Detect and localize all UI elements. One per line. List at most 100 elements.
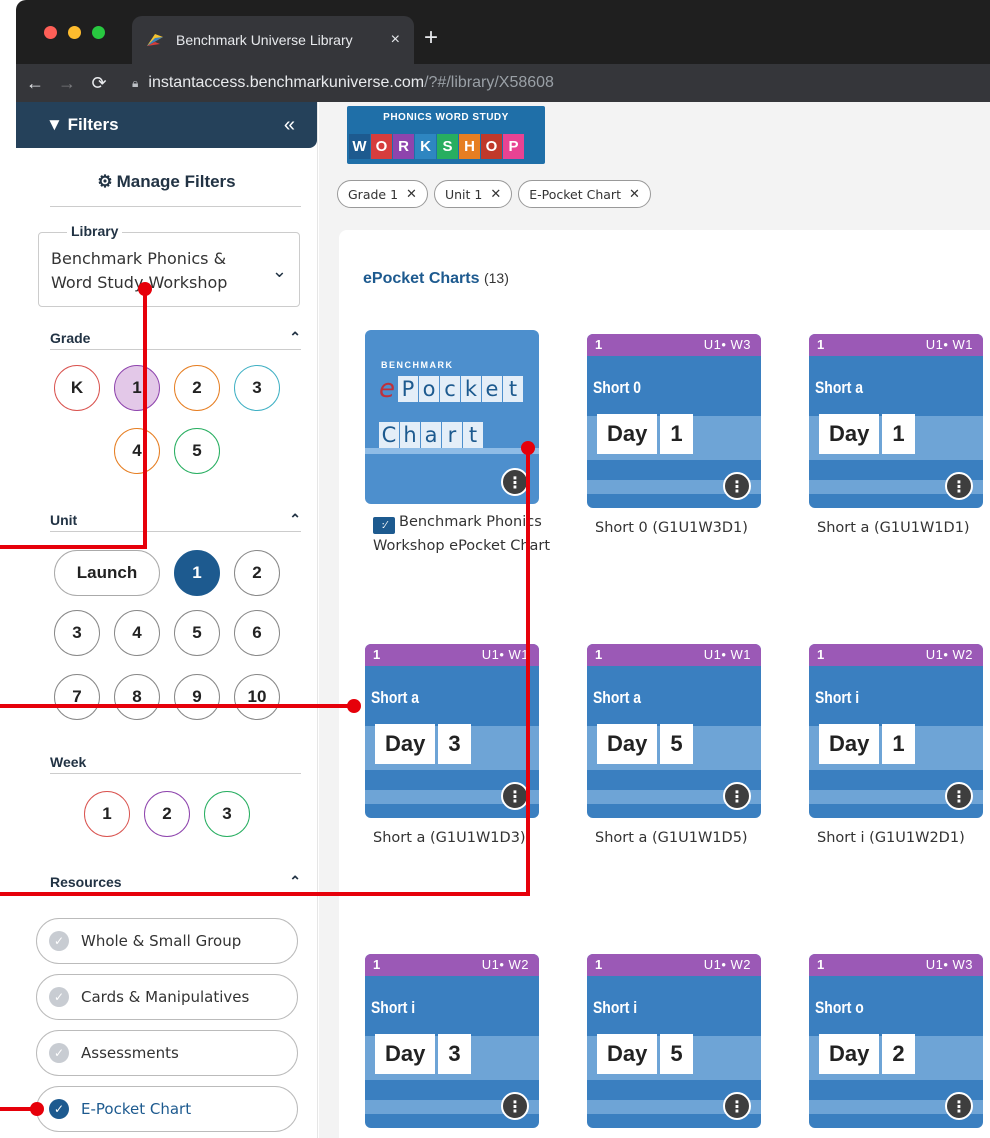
day-number: 3: [438, 724, 471, 764]
grade-section-header[interactable]: Grade ⌃: [50, 326, 301, 350]
lock-icon: 🔒︎: [132, 75, 139, 90]
grade-option-4[interactable]: 4: [114, 428, 160, 474]
annotation-dot-library: [138, 282, 152, 296]
grade-option-2[interactable]: 2: [174, 365, 220, 411]
library-main: PHONICS WORD STUDY W O R K S H O P Grade…: [319, 102, 990, 1138]
card-caption[interactable]: Short a (G1U1W1D1): [817, 516, 990, 540]
more-options-icon[interactable]: ⋮: [501, 1092, 529, 1120]
resource-e-pocket-chart[interactable]: ✓ E-Pocket Chart: [36, 1086, 298, 1132]
more-options-icon[interactable]: ⋮: [723, 782, 751, 810]
library-select[interactable]: Library Benchmark Phonics & Word Study W…: [38, 223, 300, 307]
unit-option-6[interactable]: 6: [234, 610, 280, 656]
manage-filters-button[interactable]: ⚙ Manage Filters: [16, 172, 317, 192]
back-arrow-icon[interactable]: ←: [22, 73, 48, 94]
resource-cards-manipulatives[interactable]: ✓ Cards & Manipulatives: [36, 974, 298, 1020]
divider: [50, 206, 301, 207]
resource-label: Whole & Small Group: [81, 932, 242, 950]
minimize-window-button[interactable]: [68, 26, 81, 39]
more-options-icon[interactable]: ⋮: [501, 468, 529, 496]
card-unit-week: U1• W1: [481, 647, 529, 662]
card-day: Day 5: [597, 1034, 693, 1074]
card-day: Day 5: [597, 724, 693, 764]
filters-title: Filters: [67, 115, 119, 134]
grade-option-k[interactable]: K: [54, 365, 100, 411]
epocket-chart-cover-card[interactable]: BENCHMARK e P o c k e t C h a r t ⋮: [365, 330, 539, 504]
tab-close-icon[interactable]: ×: [391, 31, 400, 49]
unit-option-8[interactable]: 8: [114, 674, 160, 720]
logo-letter: P: [503, 134, 524, 159]
unit-option-4[interactable]: 4: [114, 610, 160, 656]
card-caption[interactable]: Short i (G1U1W2D1): [817, 826, 990, 850]
week-option-2[interactable]: 2: [144, 791, 190, 837]
week-option-3[interactable]: 3: [204, 791, 250, 837]
section-title: ePocket Charts (13): [363, 270, 509, 288]
epocket-chart-card[interactable]: 1 U1• W3 Short o Day 2 ⋮: [809, 954, 983, 1128]
resource-whole-small-group[interactable]: ✓ Whole & Small Group: [36, 918, 298, 964]
resource-assessments[interactable]: ✓ Assessments: [36, 1030, 298, 1076]
epocket-chart-card[interactable]: 1 U1• W3 Short 0 Day 1 ⋮: [587, 334, 761, 508]
unit-option-launch[interactable]: Launch: [54, 550, 160, 596]
day-word: Day: [819, 414, 880, 454]
card-topic: Short a: [371, 688, 420, 707]
more-options-icon[interactable]: ⋮: [945, 782, 973, 810]
card-topic: Short i: [371, 998, 416, 1017]
more-options-icon[interactable]: ⋮: [723, 472, 751, 500]
unit-option-5[interactable]: 5: [174, 610, 220, 656]
epocket-chart-card[interactable]: 1 U1• W2 Short i Day 5 ⋮: [587, 954, 761, 1128]
maximize-window-button[interactable]: [92, 26, 105, 39]
unit-section-header[interactable]: Unit ⌃: [50, 508, 301, 532]
week-option-1[interactable]: 1: [84, 791, 130, 837]
resource-label: E-Pocket Chart: [81, 1100, 192, 1118]
epocket-chart-card[interactable]: 1 U1• W2 Short i Day 1 ⋮: [809, 644, 983, 818]
results-panel: ePocket Charts (13) BENCHMARK e P o c k …: [339, 230, 990, 1138]
annotation-line-card: [0, 704, 354, 708]
unit-option-3[interactable]: 3: [54, 610, 100, 656]
chevron-up-icon: ⌃: [289, 511, 301, 527]
resources-section-header[interactable]: Resources ⌃: [50, 870, 301, 894]
remove-chip-icon[interactable]: ✕: [490, 187, 501, 202]
url-field[interactable]: 🔒︎ instantaccess.benchmarkuniverse.com/?…: [132, 74, 554, 92]
grade-option-1[interactable]: 1: [114, 365, 160, 411]
filters-sidebar: ▼ Filters « ⚙ Manage Filters Library Benc…: [16, 102, 318, 1138]
epocket-chart-card[interactable]: 1 U1• W1 Short a Day 5 ⋮: [587, 644, 761, 818]
card-topic: Short 0: [593, 378, 642, 397]
epocket-chart-card[interactable]: 1 U1• W1 Short a Day 3 ⋮: [365, 644, 539, 818]
grade-option-3[interactable]: 3: [234, 365, 280, 411]
collapse-sidebar-icon[interactable]: «: [284, 114, 295, 137]
day-word: Day: [819, 724, 880, 764]
more-options-icon[interactable]: ⋮: [723, 1092, 751, 1120]
cover-letter: h: [400, 422, 420, 448]
unit-option-2[interactable]: 2: [234, 550, 280, 596]
new-tab-button[interactable]: +: [424, 24, 438, 52]
logo-letters: W O R K S H O P: [349, 134, 524, 159]
unit-option-10[interactable]: 10: [234, 674, 280, 720]
browser-tab[interactable]: Benchmark Universe Library ×: [132, 16, 414, 64]
day-word: Day: [375, 724, 436, 764]
forward-arrow-icon[interactable]: →: [54, 73, 80, 94]
filter-chip-unit[interactable]: Unit 1 ✕: [433, 180, 513, 208]
epocket-chart-card[interactable]: 1 U1• W1 Short a Day 1 ⋮: [809, 334, 983, 508]
close-window-button[interactable]: [44, 26, 57, 39]
card-grade: 1: [817, 647, 825, 662]
unit-option-1[interactable]: 1: [174, 550, 220, 596]
remove-chip-icon[interactable]: ✕: [629, 187, 640, 202]
day-word: Day: [597, 414, 658, 454]
annotation-line-unit: [143, 287, 147, 549]
more-options-icon[interactable]: ⋮: [945, 472, 973, 500]
card-caption[interactable]: Short 0 (G1U1W3D1): [595, 516, 775, 540]
card-unit-week: U1• W2: [481, 957, 529, 972]
grade-option-5[interactable]: 5: [174, 428, 220, 474]
tab-title: Benchmark Universe Library: [176, 32, 353, 48]
more-options-icon[interactable]: ⋮: [945, 1092, 973, 1120]
epocket-chart-card[interactable]: 1 U1• W2 Short i Day 3 ⋮: [365, 954, 539, 1128]
unit-option-9[interactable]: 9: [174, 674, 220, 720]
card-caption[interactable]: Short a (G1U1W1D5): [595, 826, 775, 850]
filter-chip-grade[interactable]: Grade 1 ✕: [337, 180, 428, 208]
more-options-icon[interactable]: ⋮: [501, 782, 529, 810]
chip-label: E-Pocket Chart: [529, 186, 621, 202]
remove-chip-icon[interactable]: ✕: [406, 187, 417, 202]
reload-icon[interactable]: ⟳: [86, 73, 112, 94]
filter-chip-e-pocket-chart[interactable]: E-Pocket Chart ✕: [518, 180, 651, 208]
browser-window: Benchmark Universe Library × + ← → ⟳ 🔒︎ …: [16, 0, 990, 1138]
unit-option-7[interactable]: 7: [54, 674, 100, 720]
